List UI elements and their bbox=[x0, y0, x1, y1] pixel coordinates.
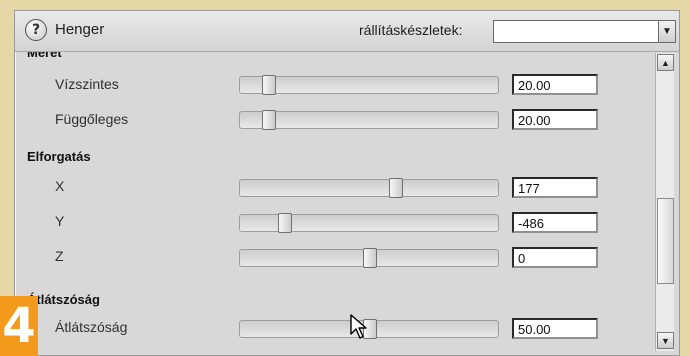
panel-header: ? Henger rállításkészletek: ▼ bbox=[15, 11, 679, 52]
mouse-cursor-icon bbox=[350, 314, 367, 339]
slider-thumb[interactable] bbox=[277, 213, 292, 233]
slider-track[interactable] bbox=[239, 319, 499, 339]
row-label: X bbox=[55, 178, 65, 194]
vertical-scrollbar[interactable]: ▲ ▼ bbox=[655, 53, 674, 351]
slider-track[interactable] bbox=[239, 248, 499, 268]
preset-label: rállításkészletek: bbox=[359, 22, 463, 38]
slider-track[interactable] bbox=[239, 75, 499, 95]
slider-thumb[interactable] bbox=[262, 110, 277, 130]
slider-track[interactable] bbox=[239, 178, 499, 198]
step-number-badge: 4 bbox=[0, 296, 38, 356]
scrollbar-thumb[interactable] bbox=[657, 198, 674, 284]
section-title-elforgatas: Elforgatás bbox=[27, 149, 91, 164]
value-field[interactable]: 0 bbox=[512, 247, 598, 268]
preset-dropdown[interactable] bbox=[493, 20, 659, 43]
scroll-up-icon[interactable]: ▲ bbox=[657, 54, 674, 71]
value-field[interactable]: 20.00 bbox=[512, 74, 598, 95]
value-field[interactable]: -486 bbox=[512, 212, 598, 233]
value-field[interactable]: 20.00 bbox=[512, 109, 598, 130]
slider-track[interactable] bbox=[239, 213, 499, 233]
slider-thumb[interactable] bbox=[363, 248, 377, 268]
scroll-down-icon[interactable]: ▼ bbox=[657, 332, 674, 349]
properties-panel: ? Henger rállításkészletek: ▼ Méret Vízs… bbox=[14, 10, 680, 356]
panel-title: Henger bbox=[55, 21, 105, 38]
chevron-down-icon[interactable]: ▼ bbox=[658, 20, 676, 43]
value-field[interactable]: 50.00 bbox=[512, 318, 598, 339]
slider-thumb[interactable] bbox=[262, 75, 277, 95]
row-label: Z bbox=[55, 248, 64, 264]
slider-track[interactable] bbox=[239, 110, 499, 130]
row-label: Függőleges bbox=[55, 111, 129, 127]
row-label: Vízszintes bbox=[55, 76, 119, 92]
slider-thumb[interactable] bbox=[388, 178, 403, 198]
value-field[interactable]: 177 bbox=[512, 177, 598, 198]
row-label: Átlátszóság bbox=[55, 319, 128, 335]
properties-content: Méret Vízszintes 20.00 Függőleges 20.00 … bbox=[15, 52, 653, 355]
section-title-meret: Méret bbox=[27, 52, 62, 60]
row-label: Y bbox=[55, 213, 65, 229]
help-icon[interactable]: ? bbox=[25, 19, 47, 41]
